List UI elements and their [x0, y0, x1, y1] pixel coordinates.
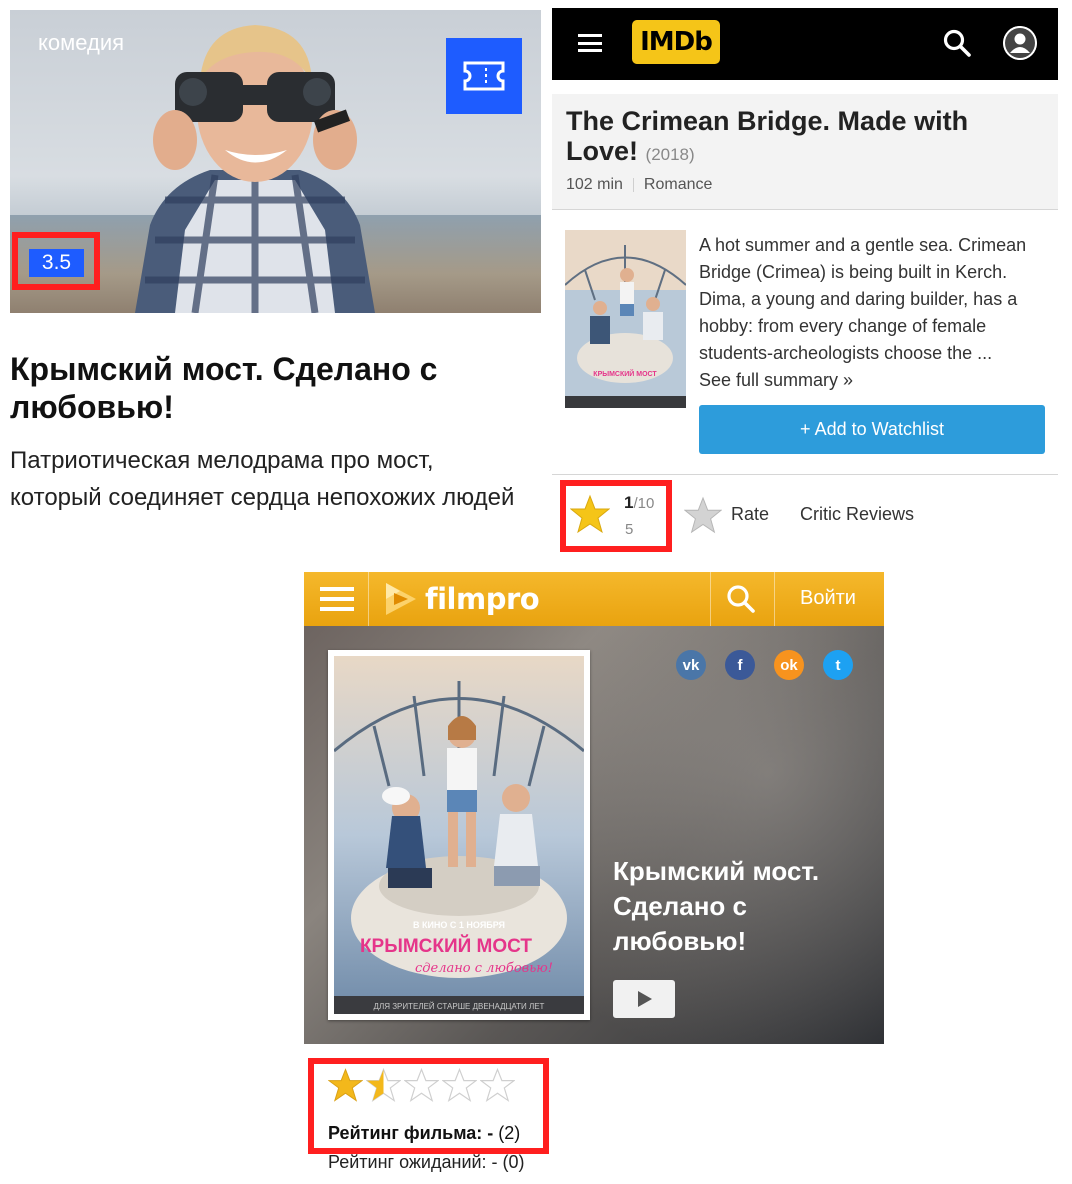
critic-reviews-link[interactable]: Critic Reviews — [800, 504, 914, 525]
vk-icon[interactable]: vk — [676, 650, 706, 680]
search-icon[interactable] — [942, 28, 972, 58]
filmpro-logo[interactable]: filmpro — [425, 582, 540, 616]
imdb-vote-count: 5 — [625, 521, 634, 538]
imdb-genre[interactable]: Romance — [644, 176, 712, 193]
imdb-title-text: The Crimean Bridge. Made with Love! — [566, 106, 969, 166]
star-filled-icon[interactable] — [328, 1068, 363, 1102]
imdb-year: (2018) — [645, 145, 695, 164]
film-rating-count: (2) — [493, 1123, 521, 1143]
hamburger-icon[interactable] — [320, 587, 354, 611]
hamburger-icon[interactable] — [578, 34, 602, 52]
filmpro-hero: В КИНО С 1 НОЯБРЯ КРЫМСКИЙ МОСТ сделано … — [304, 626, 884, 1044]
header-divider — [368, 572, 369, 626]
filmpro-movie-title: Крымский мост. Сделано с любовью! — [613, 856, 820, 956]
expectation-rating-label: Рейтинг ожиданий: - (0) — [328, 1152, 525, 1172]
imdb-logo[interactable]: IMDb — [632, 20, 720, 64]
poster-title-text: КРЫМСКИЙ МОСТ — [360, 935, 532, 957]
man-with-binoculars-image — [135, 25, 375, 313]
twitter-icon[interactable]: t — [823, 650, 853, 680]
meta-divider — [632, 177, 634, 192]
imdb-summary-text: A hot summer and a gentle sea. Crimean B… — [699, 235, 1027, 363]
facebook-glyph: f — [737, 656, 743, 674]
poster-subtitle-text: сделано с любовью! — [415, 961, 553, 976]
see-full-summary-link[interactable]: See full summary » — [699, 370, 853, 390]
imdb-meta: 102 min Romance — [566, 176, 712, 194]
login-button[interactable]: Войти — [800, 587, 856, 610]
filmpro-poster-frame[interactable]: В КИНО С 1 НОЯБРЯ КРЫМСКИЙ МОСТ сделано … — [328, 650, 590, 1020]
rating-badge: 3.5 — [29, 249, 84, 277]
buy-ticket-button[interactable] — [446, 38, 522, 114]
film-rating-label: Рейтинг фильма: - (2) — [328, 1123, 520, 1144]
header-divider — [710, 572, 711, 626]
header-divider — [774, 572, 775, 626]
imdb-score-max: /10 — [633, 495, 655, 512]
rate-button[interactable]: Rate — [731, 504, 769, 525]
twitter-glyph: t — [835, 656, 841, 674]
filmpro-logo-icon[interactable] — [380, 579, 420, 619]
facebook-icon[interactable]: f — [725, 650, 755, 680]
user-icon[interactable] — [1003, 26, 1037, 60]
star-rating[interactable] — [328, 1068, 515, 1102]
play-trailer-button[interactable] — [613, 980, 675, 1018]
play-icon — [638, 991, 652, 1007]
movie-title[interactable]: Крымский мост. Сделано с любовью! — [10, 350, 530, 426]
movie-description: Патриотическая мелодрама про мост, котор… — [10, 447, 515, 511]
film-rating-text: Рейтинг фильма: - — [328, 1123, 494, 1143]
filmpro-poster-image: В КИНО С 1 НОЯБРЯ КРЫМСКИЙ МОСТ сделано … — [333, 656, 585, 1014]
star-half-icon[interactable] — [366, 1068, 401, 1102]
imdb-divider — [552, 474, 1058, 475]
imdb-runtime: 102 min — [566, 176, 623, 193]
imdb-poster-image[interactable]: КРЫМСКИЙ МОСТ — [565, 230, 686, 408]
imdb-score: 1/10 — [624, 493, 654, 513]
ticket-icon — [463, 61, 505, 91]
star-empty-icon[interactable] — [442, 1068, 477, 1102]
odnoklassniki-glyph: ok — [780, 656, 798, 674]
star-icon — [570, 494, 610, 534]
vk-glyph: vk — [682, 656, 700, 674]
search-icon[interactable] — [726, 584, 756, 614]
odnoklassniki-icon[interactable]: ok — [774, 650, 804, 680]
imdb-header: IMDb — [552, 8, 1058, 80]
add-to-watchlist-button[interactable]: + Add to Watchlist — [699, 405, 1045, 454]
poster-release-text: В КИНО С 1 НОЯБРЯ — [413, 920, 505, 930]
imdb-title-block: The Crimean Bridge. Made with Love! (201… — [552, 94, 1058, 210]
filmpro-header: filmpro Войти — [304, 572, 884, 626]
genre-label: комедия — [38, 30, 125, 55]
star-empty-icon[interactable] — [480, 1068, 515, 1102]
imdb-movie-title: The Crimean Bridge. Made with Love! (201… — [566, 106, 1046, 170]
star-empty-icon[interactable] — [404, 1068, 439, 1102]
svg-text:КРЫМСКИЙ МОСТ: КРЫМСКИЙ МОСТ — [593, 369, 657, 378]
poster-age-text: ДЛЯ ЗРИТЕЛЕЙ СТАРШЕ ДВЕНАДЦАТИ ЛЕТ — [374, 1002, 545, 1011]
rate-star-icon[interactable] — [684, 496, 722, 534]
imdb-summary: A hot summer and a gentle sea. Crimean B… — [699, 232, 1055, 394]
